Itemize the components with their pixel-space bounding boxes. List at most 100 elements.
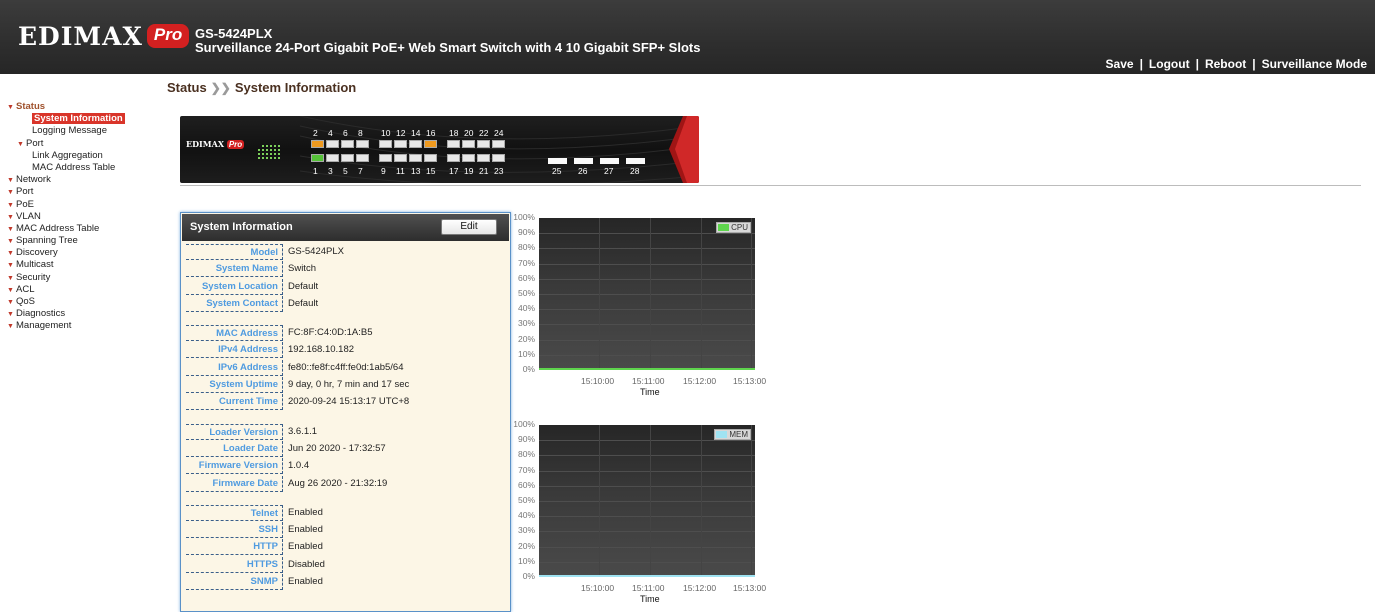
sidebar-item-diagnostics[interactable]: ▼ Diagnostics: [7, 308, 157, 320]
y-tick-label: 80%: [517, 449, 535, 459]
divider: [180, 185, 1361, 186]
y-tick-label: 60%: [517, 480, 535, 490]
ethernet-port-icon[interactable]: [379, 140, 392, 148]
sidebar-item-status[interactable]: ▼ Status: [7, 101, 157, 113]
x-tick-label: 15:10:00: [581, 583, 615, 593]
ethernet-port-icon[interactable]: [409, 140, 422, 148]
sidebar-nav: ▼ Status System Information Logging Messa…: [7, 101, 157, 333]
sidebar-item-status-mac-address-table[interactable]: MAC Address Table: [7, 162, 157, 174]
ethernet-port-icon[interactable]: [394, 154, 407, 162]
info-label: Loader Date: [186, 440, 283, 457]
reboot-link[interactable]: Reboot: [1205, 57, 1246, 71]
sidebar-item-acl[interactable]: ▼ ACL: [7, 284, 157, 296]
sidebar-item-spanning-tree[interactable]: ▼ Spanning Tree: [7, 235, 157, 247]
port-number-label: 6: [343, 128, 348, 138]
ethernet-port-icon[interactable]: [424, 140, 437, 148]
sfp-port-icon[interactable]: [574, 158, 593, 164]
panel-logo: EDIMAX Pro: [186, 139, 245, 149]
gridline: [539, 547, 755, 548]
ethernet-port-icon[interactable]: [462, 140, 475, 148]
ethernet-port-icon[interactable]: [492, 140, 505, 148]
ethernet-port-icon[interactable]: [311, 140, 324, 148]
sidebar-item-label: Logging Message: [32, 125, 107, 137]
sidebar-item-port[interactable]: ▼ Port: [7, 186, 157, 198]
sidebar-item-label: Discovery: [16, 247, 58, 259]
port-number-label: 20: [464, 128, 474, 138]
gridline: [650, 218, 651, 370]
info-value: Switch: [288, 263, 316, 275]
info-value: Enabled: [288, 576, 323, 588]
ethernet-port-icon[interactable]: [394, 140, 407, 148]
sidebar-item-logging-message[interactable]: Logging Message: [7, 125, 157, 137]
port-number-label: 23: [494, 166, 504, 176]
ethernet-port-icon[interactable]: [341, 140, 354, 148]
ethernet-port-icon[interactable]: [409, 154, 422, 162]
port-number-label: 28: [630, 166, 640, 176]
port-number-label: 3: [328, 166, 333, 176]
gridline: [539, 440, 755, 441]
sidebar-item-label: Security: [16, 271, 51, 283]
sfp-port-icon[interactable]: [548, 158, 567, 164]
sidebar-item-vlan[interactable]: ▼ VLAN: [7, 211, 157, 223]
save-link[interactable]: Save: [1106, 57, 1134, 71]
x-tick-label: 15:12:00: [683, 583, 717, 593]
info-row: System Name Switch: [181, 260, 510, 278]
info-label: Current Time: [186, 394, 283, 411]
info-row: IPv6 Address fe80::fe8f:c4ff:fe0d:1ab5/64: [181, 359, 510, 376]
info-value: fe80::fe8f:c4ff:fe0d:1ab5/64: [288, 361, 404, 373]
y-tick-label: 90%: [517, 227, 535, 237]
edit-button[interactable]: Edit: [441, 219, 497, 235]
ethernet-port-icon[interactable]: [477, 154, 490, 162]
x-tick-label: 15:10:00: [581, 376, 615, 386]
product-title: GS-5424PLX Surveillance 24-Port Gigabit …: [195, 27, 700, 55]
ethernet-port-icon[interactable]: [447, 154, 460, 162]
sfp-port-icon[interactable]: [626, 158, 645, 164]
gridline: [650, 425, 651, 577]
sidebar-item-link-aggregation[interactable]: Link Aggregation: [7, 150, 157, 162]
y-tick-label: 20%: [517, 334, 535, 344]
sidebar-item-status-port[interactable]: ▼ Port: [7, 138, 157, 150]
sidebar-item-label: MAC Address Table: [16, 222, 100, 234]
sidebar-item-security[interactable]: ▼ Security: [7, 272, 157, 284]
sidebar-item-management[interactable]: ▼ Management: [7, 320, 157, 332]
ethernet-port-icon[interactable]: [447, 140, 460, 148]
ethernet-port-icon[interactable]: [492, 154, 505, 162]
y-tick-label: 0%: [522, 571, 535, 581]
ethernet-port-icon[interactable]: [379, 154, 392, 162]
surveillance-mode-link[interactable]: Surveillance Mode: [1262, 57, 1367, 71]
ethernet-port-icon[interactable]: [356, 154, 369, 162]
chevron-down-icon: ▼: [7, 262, 14, 270]
x-tick-label: 15:11:00: [632, 583, 665, 593]
port-number-label: 26: [578, 166, 588, 176]
sidebar-item-system-information[interactable]: System Information: [7, 113, 157, 125]
y-tick-label: 10%: [517, 349, 535, 359]
sidebar-item-label: Network: [16, 174, 51, 186]
sidebar-item-discovery[interactable]: ▼ Discovery: [7, 247, 157, 259]
gridline: [539, 562, 755, 563]
port-number-label: 11: [396, 166, 405, 176]
port-number-label: 10: [381, 128, 391, 138]
ethernet-port-icon[interactable]: [424, 154, 437, 162]
info-label: HTTP: [186, 539, 283, 556]
info-row: Loader Date Jun 20 2020 - 17:32:57: [181, 440, 510, 457]
sidebar-item-mac-address-table[interactable]: ▼ MAC Address Table: [7, 223, 157, 235]
sidebar-item-poe[interactable]: ▼ PoE: [7, 199, 157, 211]
logout-link[interactable]: Logout: [1149, 57, 1190, 71]
sidebar-item-label: Status: [16, 101, 46, 112]
ethernet-port-icon[interactable]: [311, 154, 324, 162]
ethernet-port-icon[interactable]: [341, 154, 354, 162]
sfp-port-icon[interactable]: [600, 158, 619, 164]
ethernet-port-icon[interactable]: [356, 140, 369, 148]
ethernet-port-icon[interactable]: [462, 154, 475, 162]
sidebar-item-network[interactable]: ▼ Network: [7, 174, 157, 186]
ethernet-port-icon[interactable]: [326, 140, 339, 148]
info-row: System Uptime 9 day, 0 hr, 7 min and 17 s…: [181, 376, 510, 394]
sidebar-item-multicast[interactable]: ▼ Multicast: [7, 259, 157, 271]
sidebar-item-qos[interactable]: ▼ QoS: [7, 296, 157, 308]
ethernet-port-icon[interactable]: [326, 154, 339, 162]
memory-usage-chart: MEM 100% 90% 80% 70% 60% 50% 40% 30% 20% 10% 0% 15:1…: [513, 419, 773, 609]
info-row: Firmware Version 1.0.4: [181, 457, 510, 475]
sidebar-item-label: QoS: [16, 296, 36, 307]
ethernet-port-icon[interactable]: [477, 140, 490, 148]
